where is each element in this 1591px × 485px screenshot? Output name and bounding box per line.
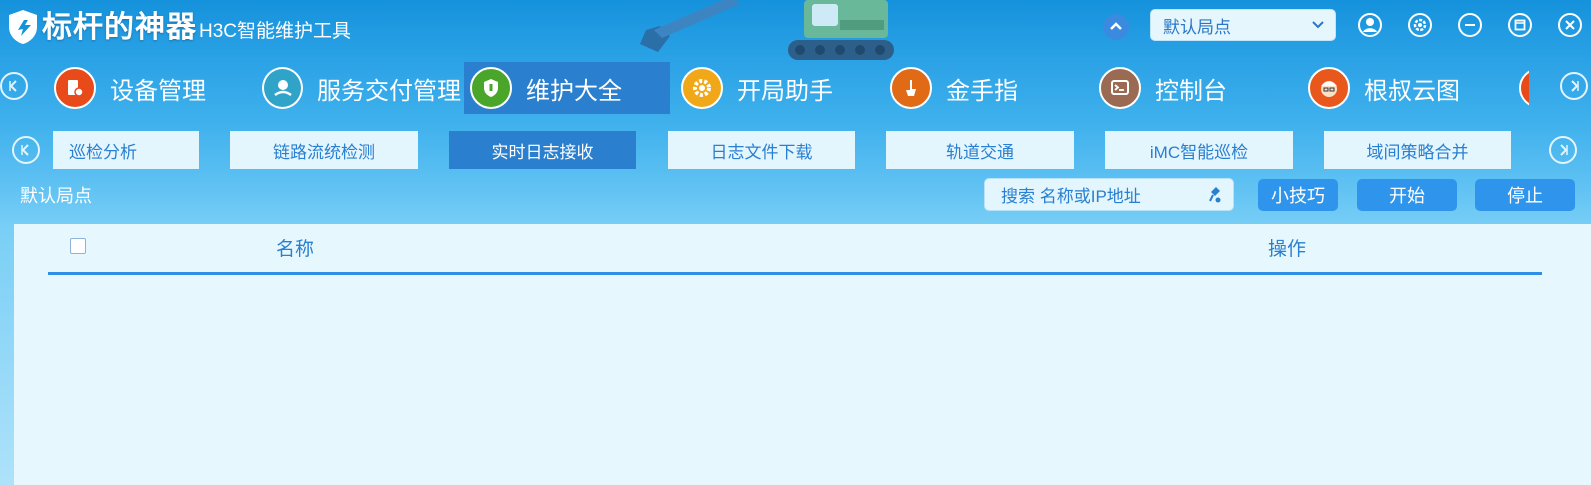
main-nav-next-button[interactable] — [1560, 72, 1588, 100]
minimize-icon — [1458, 13, 1482, 37]
close-icon — [1558, 13, 1582, 37]
tab-rail-transit[interactable]: 轨道交通 — [886, 131, 1074, 169]
tab-inspection-analysis[interactable]: 巡检分析 — [53, 131, 199, 169]
nav-item-overflow — [1519, 68, 1529, 108]
nav-item-label: 金手指 — [946, 77, 1018, 105]
brand-subtitle: H3C智能维护工具 — [199, 21, 352, 42]
stop-button[interactable]: 停止 — [1475, 179, 1575, 211]
start-button[interactable]: 开始 — [1357, 179, 1457, 211]
app-window: 标杆的神器 H3C智能维护工具 默认局点 设备管理 服务交付管理 维护大全 开局… — [0, 0, 1591, 485]
main-nav-prev-button[interactable] — [0, 72, 28, 100]
nav-item-label: 开局助手 — [737, 77, 833, 105]
current-site-label: 默认局点 — [20, 186, 92, 206]
shield-icon — [470, 67, 512, 109]
tab-realtime-log-receive[interactable]: 实时日志接收 — [449, 131, 636, 169]
avatar-icon — [1308, 67, 1350, 109]
chevron-up-icon — [1110, 22, 1122, 30]
log-table-panel: 名称 操作 — [14, 224, 1591, 485]
chevron-right-icon — [1560, 144, 1568, 156]
device-manage-icon — [54, 67, 96, 109]
title-bar: 标杆的神器 H3C智能维护工具 默认局点 — [0, 0, 1591, 62]
logo-shield-icon — [9, 10, 37, 44]
main-nav: 设备管理 服务交付管理 维护大全 开局助手 金手指 控制台 根叔云图 — [0, 62, 1591, 114]
site-selector[interactable]: 默认局点 — [1150, 9, 1336, 41]
maximize-button[interactable] — [1507, 12, 1533, 38]
search-placeholder: 搜索 名称或IP地址 — [1001, 187, 1141, 206]
nav-item-device-manage[interactable]: 设备管理 — [48, 62, 253, 114]
nav-item-golden-finger[interactable]: 金手指 — [884, 62, 1089, 114]
console-icon — [1099, 67, 1141, 109]
app-logo: 标杆的神器 H3C智能维护工具 — [6, 8, 351, 46]
chevron-left-icon — [21, 144, 29, 156]
maximize-icon — [1508, 13, 1532, 37]
chevron-left-icon — [9, 80, 17, 92]
nav-item-label: 设备管理 — [110, 77, 206, 105]
search-input[interactable]: 搜索 名称或IP地址 — [984, 178, 1234, 211]
table-header: 名称 操作 — [48, 224, 1542, 275]
excavator-illustration — [640, 0, 894, 60]
settings-button[interactable] — [1407, 12, 1433, 38]
select-all-checkbox[interactable] — [70, 238, 86, 254]
table-body — [48, 275, 1542, 485]
collapse-up-button[interactable] — [1103, 14, 1129, 40]
nav-item-label: 维护大全 — [526, 77, 622, 105]
user-button[interactable] — [1357, 12, 1383, 38]
nav-item-maintenance[interactable]: 维护大全 — [464, 62, 670, 114]
tab-domain-policy-merge[interactable]: 域间策略合并 — [1324, 131, 1511, 169]
close-button[interactable] — [1557, 12, 1583, 38]
gear-icon — [1408, 13, 1432, 37]
tips-button[interactable]: 小技巧 — [1258, 179, 1338, 211]
brand-title: 标杆的神器 — [42, 11, 197, 44]
sub-nav-next-button[interactable] — [1549, 136, 1577, 164]
nav-item-label: 控制台 — [1155, 77, 1227, 105]
minimize-button[interactable] — [1457, 12, 1483, 38]
sub-nav: 巡检分析 链路流统检测 实时日志接收 日志文件下载 轨道交通 iMC智能巡检 域… — [0, 130, 1591, 170]
tab-link-flow-detection[interactable]: 链路流统检测 — [230, 131, 418, 169]
nav-item-label: 根叔云图 — [1364, 77, 1460, 105]
nav-item-startup-assistant[interactable]: 开局助手 — [675, 62, 880, 114]
sub-nav-prev-button[interactable] — [12, 136, 40, 164]
nav-item-cloud-map[interactable]: 根叔云图 — [1302, 62, 1507, 114]
nav-item-service-delivery[interactable]: 服务交付管理 — [256, 62, 461, 114]
tab-log-file-download[interactable]: 日志文件下载 — [668, 131, 855, 169]
chevron-down-icon — [1312, 21, 1324, 29]
tab-imc-inspection[interactable]: iMC智能巡检 — [1105, 131, 1293, 169]
column-header-action[interactable]: 操作 — [1268, 234, 1306, 261]
nav-item-console[interactable]: 控制台 — [1093, 62, 1298, 114]
site-selector-value: 默认局点 — [1163, 17, 1231, 37]
service-delivery-icon — [262, 67, 303, 109]
user-icon — [1358, 13, 1382, 37]
microphone-icon[interactable] — [1207, 185, 1223, 205]
nav-item-label: 服务交付管理 — [317, 77, 461, 105]
column-header-name[interactable]: 名称 — [276, 234, 314, 261]
chevron-right-icon — [1571, 80, 1579, 92]
toolbar: 默认局点 搜索 名称或IP地址 小技巧 开始 停止 — [0, 178, 1591, 214]
golden-finger-icon — [890, 67, 932, 109]
gear-helper-icon — [681, 67, 723, 109]
